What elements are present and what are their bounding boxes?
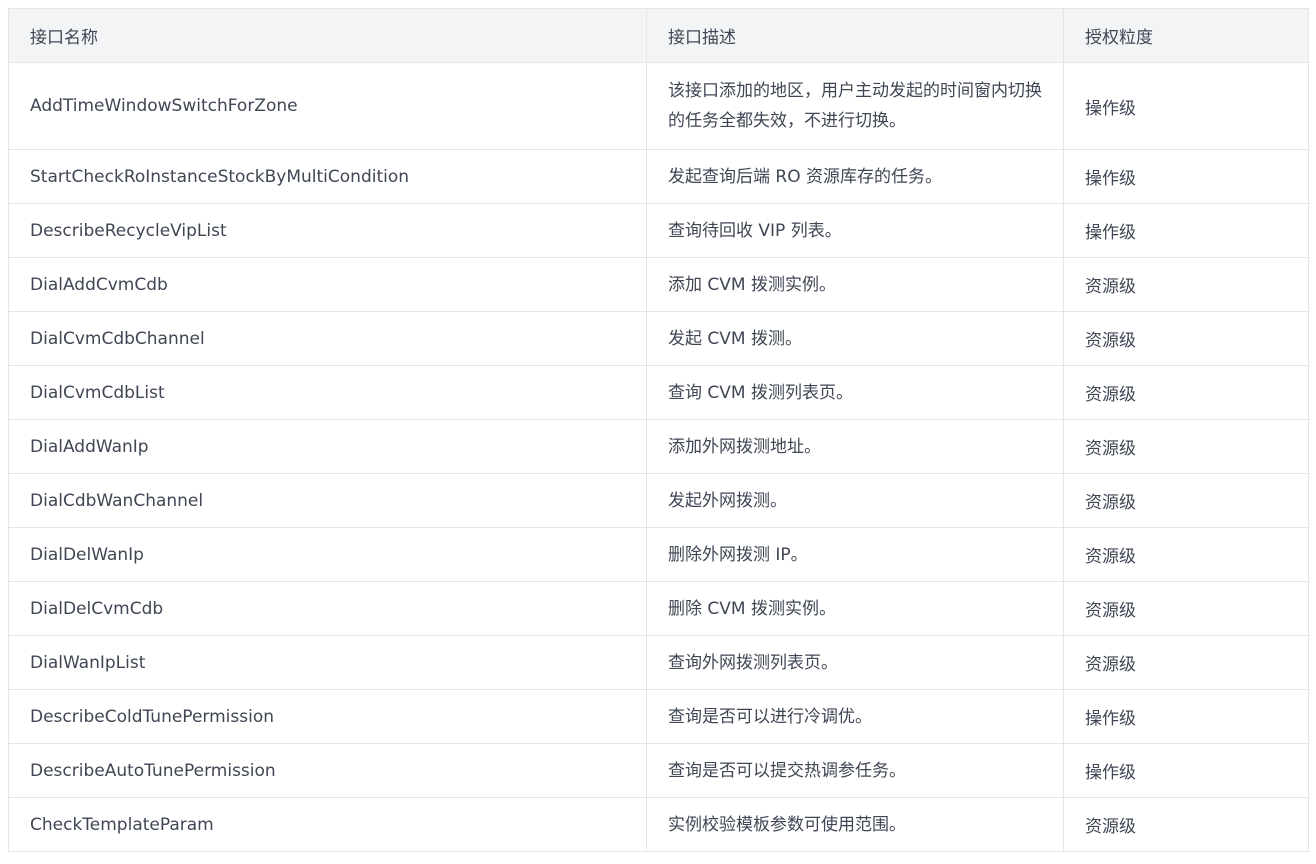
auth-granularity-cell: 操作级 — [1063, 689, 1309, 744]
api-description-cell: 实例校验模板参数可使用范围。 — [646, 797, 1064, 852]
auth-granularity-cell: 资源级 — [1063, 797, 1309, 852]
api-name-cell: StartCheckRoInstanceStockByMultiConditio… — [8, 149, 647, 204]
api-name-cell: DialDelWanIp — [8, 527, 647, 582]
table-row: StartCheckRoInstanceStockByMultiConditio… — [8, 149, 1309, 204]
auth-granularity-cell: 资源级 — [1063, 635, 1309, 690]
header-auth-granularity: 授权粒度 — [1063, 8, 1309, 63]
table-row: DialCvmCdbList 查询 CVM 拨测列表页。 资源级 — [8, 365, 1309, 420]
table-row: DialCvmCdbChannel 发起 CVM 拨测。 资源级 — [8, 311, 1309, 366]
header-api-description: 接口描述 — [646, 8, 1064, 63]
auth-granularity-cell: 资源级 — [1063, 527, 1309, 582]
auth-granularity-cell: 操作级 — [1063, 62, 1309, 150]
table-body: AddTimeWindowSwitchForZone 该接口添加的地区，用户主动… — [8, 62, 1309, 852]
api-description-cell: 删除 CVM 拨测实例。 — [646, 581, 1064, 636]
api-description-cell: 该接口添加的地区，用户主动发起的时间窗内切换的任务全都失效，不进行切换。 — [646, 62, 1064, 150]
api-description-cell: 查询是否可以进行冷调优。 — [646, 689, 1064, 744]
api-description-cell: 删除外网拨测 IP。 — [646, 527, 1064, 582]
table-row: DescribeColdTunePermission 查询是否可以进行冷调优。 … — [8, 689, 1309, 744]
table-row: DialDelCvmCdb 删除 CVM 拨测实例。 资源级 — [8, 581, 1309, 636]
api-name-cell: DescribeRecycleVipList — [8, 203, 647, 258]
header-api-name: 接口名称 — [8, 8, 647, 63]
api-description-cell: 查询外网拨测列表页。 — [646, 635, 1064, 690]
auth-granularity-cell: 资源级 — [1063, 311, 1309, 366]
table-row: DialCdbWanChannel 发起外网拨测。 资源级 — [8, 473, 1309, 528]
auth-granularity-cell: 资源级 — [1063, 473, 1309, 528]
table-row: DialAddCvmCdb 添加 CVM 拨测实例。 资源级 — [8, 257, 1309, 312]
table-row: DescribeRecycleVipList 查询待回收 VIP 列表。 操作级 — [8, 203, 1309, 258]
api-name-cell: DialAddWanIp — [8, 419, 647, 474]
table-row: CheckTemplateParam 实例校验模板参数可使用范围。 资源级 — [8, 797, 1309, 852]
api-description-cell: 添加外网拨测地址。 — [646, 419, 1064, 474]
api-name-cell: AddTimeWindowSwitchForZone — [8, 62, 647, 150]
table-row: AddTimeWindowSwitchForZone 该接口添加的地区，用户主动… — [8, 62, 1309, 150]
header-row: 接口名称 接口描述 授权粒度 — [8, 8, 1309, 63]
table-row: DescribeAutoTunePermission 查询是否可以提交热调参任务… — [8, 743, 1309, 798]
auth-granularity-cell: 资源级 — [1063, 581, 1309, 636]
api-name-cell: DescribeColdTunePermission — [8, 689, 647, 744]
api-name-cell: DialDelCvmCdb — [8, 581, 647, 636]
api-name-cell: DialCdbWanChannel — [8, 473, 647, 528]
auth-granularity-cell: 操作级 — [1063, 203, 1309, 258]
auth-granularity-cell: 操作级 — [1063, 743, 1309, 798]
table-row: DialDelWanIp 删除外网拨测 IP。 资源级 — [8, 527, 1309, 582]
auth-granularity-cell: 资源级 — [1063, 419, 1309, 474]
auth-granularity-cell: 操作级 — [1063, 149, 1309, 204]
api-name-cell: DialAddCvmCdb — [8, 257, 647, 312]
table-row: DialWanIpList 查询外网拨测列表页。 资源级 — [8, 635, 1309, 690]
api-description-cell: 发起查询后端 RO 资源库存的任务。 — [646, 149, 1064, 204]
api-name-cell: DialWanIpList — [8, 635, 647, 690]
table-row: DialAddWanIp 添加外网拨测地址。 资源级 — [8, 419, 1309, 474]
auth-granularity-cell: 资源级 — [1063, 365, 1309, 420]
api-description-cell: 发起外网拨测。 — [646, 473, 1064, 528]
api-permission-table-container: 接口名称 接口描述 授权粒度 AddTimeWindowSwitchForZon… — [8, 8, 1309, 852]
api-description-cell: 添加 CVM 拨测实例。 — [646, 257, 1064, 312]
auth-granularity-cell: 资源级 — [1063, 257, 1309, 312]
api-name-cell: DescribeAutoTunePermission — [8, 743, 647, 798]
api-description-cell: 查询是否可以提交热调参任务。 — [646, 743, 1064, 798]
api-description-cell: 发起 CVM 拨测。 — [646, 311, 1064, 366]
api-name-cell: CheckTemplateParam — [8, 797, 647, 852]
api-name-cell: DialCvmCdbList — [8, 365, 647, 420]
api-description-cell: 查询 CVM 拨测列表页。 — [646, 365, 1064, 420]
table-header: 接口名称 接口描述 授权粒度 — [8, 8, 1309, 63]
api-name-cell: DialCvmCdbChannel — [8, 311, 647, 366]
api-permission-table: 接口名称 接口描述 授权粒度 AddTimeWindowSwitchForZon… — [8, 8, 1309, 852]
api-description-cell: 查询待回收 VIP 列表。 — [646, 203, 1064, 258]
